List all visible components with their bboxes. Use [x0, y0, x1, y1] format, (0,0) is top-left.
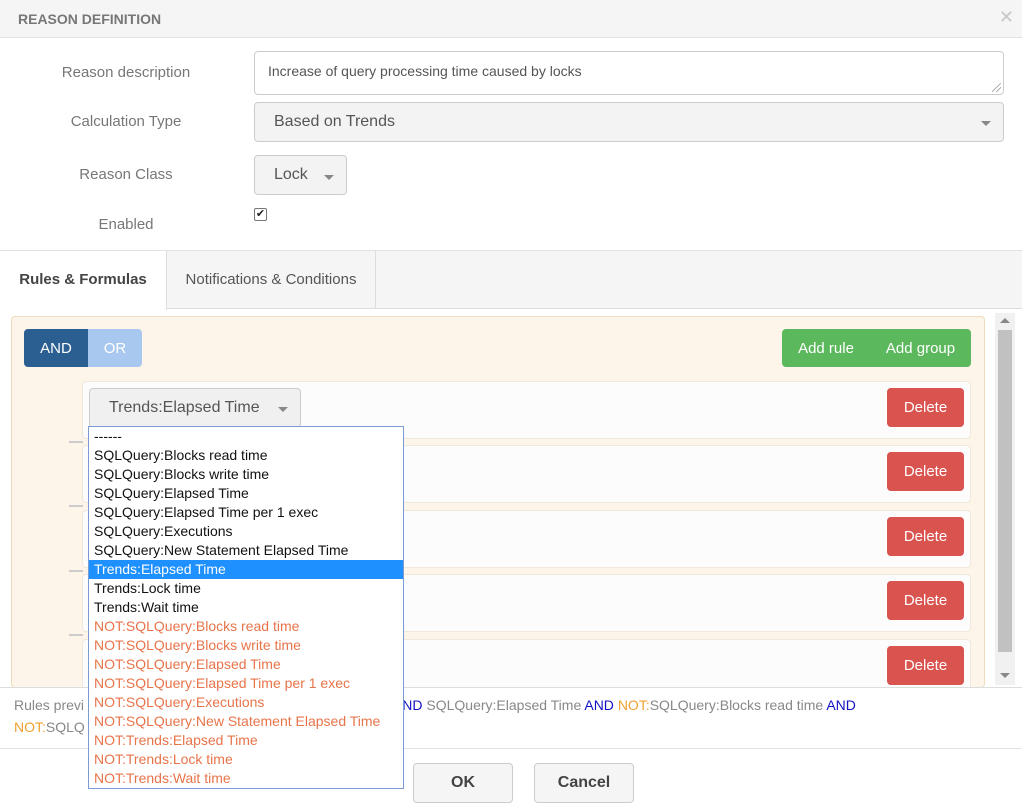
delete-rule-button[interactable]: Delete — [887, 452, 964, 491]
dropdown-option[interactable]: SQLQuery:Blocks read time — [89, 446, 403, 465]
enabled-checkbox[interactable]: ✔ — [254, 208, 267, 221]
dropdown-option[interactable]: NOT:SQLQuery:Blocks write time — [89, 636, 403, 655]
dropdown-option[interactable]: NOT:Trends:Lock time — [89, 750, 403, 769]
reason-class-select[interactable]: Lock — [254, 155, 347, 195]
calculation-type-label: Calculation Type — [70, 113, 182, 130]
or-button[interactable]: OR — [88, 329, 142, 367]
preview-operator: AND — [826, 697, 856, 713]
preview-token: SQLQuery:Blocks read time — [649, 697, 827, 713]
dropdown-option[interactable]: NOT:Trends:Elapsed Time — [89, 731, 403, 750]
dialog-titlebar: REASON DEFINITION ✕ — [0, 0, 1022, 38]
tab-bar: Rules & Formulas Notifications & Conditi… — [0, 250, 1022, 310]
reason-description-input[interactable]: Increase of query processing time caused… — [254, 51, 1004, 95]
preview-token: SQLQuery:Elapsed Time — [422, 697, 585, 713]
rule-connector — [69, 505, 83, 507]
chevron-down-icon — [278, 407, 288, 412]
calculation-type-select[interactable]: Based on Trends — [254, 102, 1004, 142]
ok-button[interactable]: OK — [413, 763, 513, 803]
tab-notifications-conditions[interactable]: Notifications & Conditions — [167, 251, 376, 309]
rule-connector — [69, 570, 83, 572]
dropdown-option[interactable]: SQLQuery:New Statement Elapsed Time — [89, 541, 403, 560]
and-button[interactable]: AND — [24, 329, 88, 367]
preview-negation: NOT: — [617, 697, 650, 713]
scroll-thumb[interactable] — [998, 330, 1012, 652]
dropdown-option[interactable]: Trends:Wait time — [89, 598, 403, 617]
rule-connector — [69, 634, 83, 636]
rule-field-value: Trends:Elapsed Time — [109, 399, 260, 416]
add-group-button[interactable]: Add group — [870, 329, 971, 367]
preview-token: SQLQ — [45, 719, 85, 735]
dropdown-option[interactable]: Trends:Lock time — [89, 579, 403, 598]
dropdown-option[interactable]: NOT:SQLQuery:Executions — [89, 693, 403, 712]
scroll-down-icon[interactable] — [1000, 673, 1010, 678]
dropdown-option[interactable]: Trends:Elapsed Time — [89, 560, 403, 579]
dropdown-option[interactable]: NOT:SQLQuery:Blocks read time — [89, 617, 403, 636]
dialog-title: REASON DEFINITION — [18, 11, 162, 27]
chevron-down-icon — [981, 121, 991, 126]
delete-rule-button[interactable]: Delete — [887, 646, 964, 685]
preview-operator: AND — [584, 697, 614, 713]
rule-field-select[interactable]: Trends:Elapsed Time — [89, 388, 301, 428]
rules-scrollbar[interactable] — [995, 313, 1015, 685]
dropdown-option[interactable]: SQLQuery:Blocks write time — [89, 465, 403, 484]
delete-rule-button[interactable]: Delete — [887, 517, 964, 556]
delete-rule-button[interactable]: Delete — [887, 388, 964, 427]
dropdown-option[interactable]: NOT:SQLQuery:Elapsed Time — [89, 655, 403, 674]
dropdown-option[interactable]: SQLQuery:Elapsed Time per 1 exec — [89, 503, 403, 522]
rule-field-dropdown-list[interactable]: ------ SQLQuery:Blocks read time SQLQuery:… — [88, 426, 404, 789]
scroll-up-icon[interactable] — [1000, 318, 1010, 323]
preview-negation: NOT: — [14, 719, 46, 735]
dropdown-option[interactable]: NOT:Trends:Wait time — [89, 769, 403, 788]
resize-grip-icon[interactable] — [992, 83, 1001, 92]
dropdown-option[interactable]: ------ — [89, 427, 403, 446]
tab-rules-formulas[interactable]: Rules & Formulas — [0, 251, 167, 310]
enabled-label: Enabled — [98, 216, 154, 233]
cancel-button[interactable]: Cancel — [534, 763, 634, 803]
chevron-down-icon — [324, 175, 334, 180]
reason-description-value: Increase of query processing time caused… — [268, 63, 582, 79]
dropdown-option[interactable]: NOT:SQLQuery:Elapsed Time per 1 exec — [89, 674, 403, 693]
reason-description-label: Reason description — [61, 64, 191, 81]
rule-connector — [69, 441, 83, 443]
add-rule-button[interactable]: Add rule — [782, 329, 870, 367]
preview-line-2: NOT:SQLQ — [14, 719, 85, 735]
dropdown-option[interactable]: SQLQuery:Elapsed Time — [89, 484, 403, 503]
reason-class-label: Reason Class — [79, 166, 173, 183]
dropdown-option[interactable]: SQLQuery:Executions — [89, 522, 403, 541]
dropdown-option[interactable]: NOT:SQLQuery:New Statement Elapsed Time — [89, 712, 403, 731]
close-icon[interactable]: ✕ — [999, 8, 1014, 26]
delete-rule-button[interactable]: Delete — [887, 581, 964, 620]
reason-class-value: Lock — [274, 166, 308, 183]
preview-token: Rules previ — [14, 697, 85, 713]
calculation-type-value: Based on Trends — [274, 113, 395, 130]
